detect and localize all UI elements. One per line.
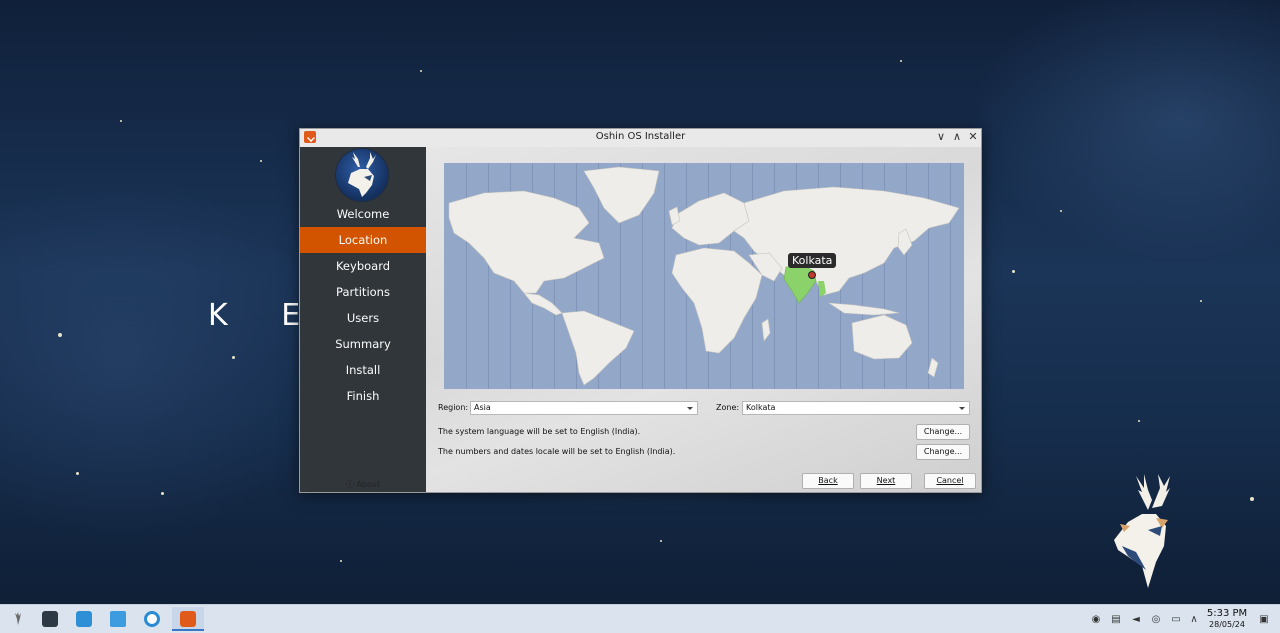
chevron-down-icon — [959, 407, 965, 410]
app-launcher-icon — [15, 612, 21, 625]
app-launcher-button[interactable] — [2, 607, 34, 631]
star — [120, 120, 122, 122]
maximize-button[interactable]: ∧ — [950, 130, 964, 144]
terminal-icon — [42, 611, 58, 627]
terminal-button[interactable] — [34, 607, 66, 631]
sidebar-item-install[interactable]: Install — [300, 357, 426, 383]
browser-icon — [144, 611, 160, 627]
installer-icon — [180, 611, 196, 627]
back-button[interactable]: Back — [802, 473, 854, 489]
minimize-button[interactable]: ∨ — [934, 130, 948, 144]
city-pin-marker — [808, 271, 816, 279]
region-label: Region: — [438, 403, 469, 412]
title-bar[interactable]: Oshin OS Installer ∨ ∧ ✕ — [300, 129, 981, 148]
sidebar-item-location[interactable]: Location — [300, 227, 426, 253]
close-button[interactable]: ✕ — [966, 130, 980, 144]
sidebar-item-welcome[interactable]: Welcome — [300, 201, 426, 227]
region-value: Asia — [474, 403, 491, 412]
clock-date[interactable]: 28/05/24 — [1200, 620, 1254, 629]
landmass-central-america — [523, 292, 563, 316]
landmass-australia — [851, 314, 913, 360]
landmass-indonesia — [827, 302, 900, 316]
next-button[interactable]: Next — [860, 473, 912, 489]
network-icon[interactable]: ◉ — [1090, 614, 1102, 626]
region-select[interactable]: Asia — [470, 401, 698, 415]
star — [1250, 497, 1254, 501]
city-pin-label: Kolkata — [788, 253, 837, 268]
browser-button[interactable] — [136, 607, 168, 631]
star — [58, 333, 62, 337]
star — [232, 356, 235, 359]
star — [1060, 210, 1062, 212]
zone-select[interactable]: Kolkata — [742, 401, 970, 415]
change-language-button[interactable]: Change... — [916, 424, 970, 440]
about-label: About — [356, 480, 381, 489]
star — [420, 70, 422, 72]
taskbar: ◉ ▤ ◄ ◎ ▭ ∧ 5:33 PM 28/05/24 ▣ — [0, 604, 1280, 633]
installer-taskbar-button[interactable] — [172, 607, 204, 631]
chevron-down-icon — [687, 407, 693, 410]
landmass-south-america — [561, 310, 635, 386]
volume-icon[interactable]: ◄ — [1130, 614, 1142, 626]
installer-window: Oshin OS Installer ∨ ∧ ✕ Welcome Locatio… — [299, 128, 982, 493]
cancel-button[interactable]: Cancel — [924, 473, 976, 489]
sidebar-item-keyboard[interactable]: Keyboard — [300, 253, 426, 279]
star — [161, 492, 164, 495]
zone-value: Kolkata — [746, 403, 776, 412]
star — [260, 160, 262, 162]
landmass-asia — [733, 186, 960, 296]
clipboard-icon[interactable]: ▤ — [1110, 614, 1122, 626]
star — [1138, 420, 1140, 422]
discover-store-icon — [76, 611, 92, 627]
landmass-greenland — [583, 166, 660, 224]
language-info-text: The system language will be set to Engli… — [438, 427, 641, 436]
info-icon: ⓘ — [345, 480, 357, 489]
display-icon[interactable]: ▭ — [1170, 614, 1182, 626]
star — [340, 560, 342, 562]
steps-sidebar: Welcome Location Keyboard Partitions Use… — [300, 147, 426, 492]
sidebar-item-summary[interactable]: Summary — [300, 331, 426, 357]
sidebar-item-users[interactable]: Users — [300, 305, 426, 331]
sidebar-item-partitions[interactable]: Partitions — [300, 279, 426, 305]
window-title: Oshin OS Installer — [595, 131, 686, 142]
landmass-new-zealand — [927, 357, 939, 378]
locale-info-text: The numbers and dates locale will be set… — [438, 447, 676, 456]
landmass-madagascar — [761, 318, 771, 342]
location-page: Kolkata Region: Asia Zone: Kolkata The s… — [426, 147, 981, 492]
discover-store-button[interactable] — [68, 607, 100, 631]
deer-logo — [336, 149, 388, 201]
vpn-icon[interactable]: ◎ — [1150, 614, 1162, 626]
star — [76, 472, 79, 475]
star — [900, 60, 902, 62]
file-manager-button[interactable] — [102, 607, 134, 631]
change-locale-button[interactable]: Change... — [916, 444, 970, 460]
deer-logo — [1114, 474, 1170, 588]
landmass-africa — [671, 247, 763, 354]
timezone-map[interactable]: Kolkata — [444, 163, 964, 389]
sidebar-item-finish[interactable]: Finish — [300, 383, 426, 409]
star — [1012, 270, 1015, 273]
landmass-europe — [671, 192, 750, 246]
file-manager-icon — [110, 611, 126, 627]
expand-tray-icon[interactable]: ∧ — [1188, 614, 1200, 626]
world-map — [448, 166, 960, 386]
zone-label: Zone: — [716, 403, 740, 412]
star — [1200, 300, 1202, 302]
show-desktop-icon[interactable]: ▣ — [1258, 614, 1270, 626]
landmass-north-america — [448, 190, 605, 294]
star — [660, 540, 662, 542]
about-button[interactable]: ⓘ About — [300, 479, 426, 490]
clock-time[interactable]: 5:33 PM — [1200, 608, 1254, 619]
